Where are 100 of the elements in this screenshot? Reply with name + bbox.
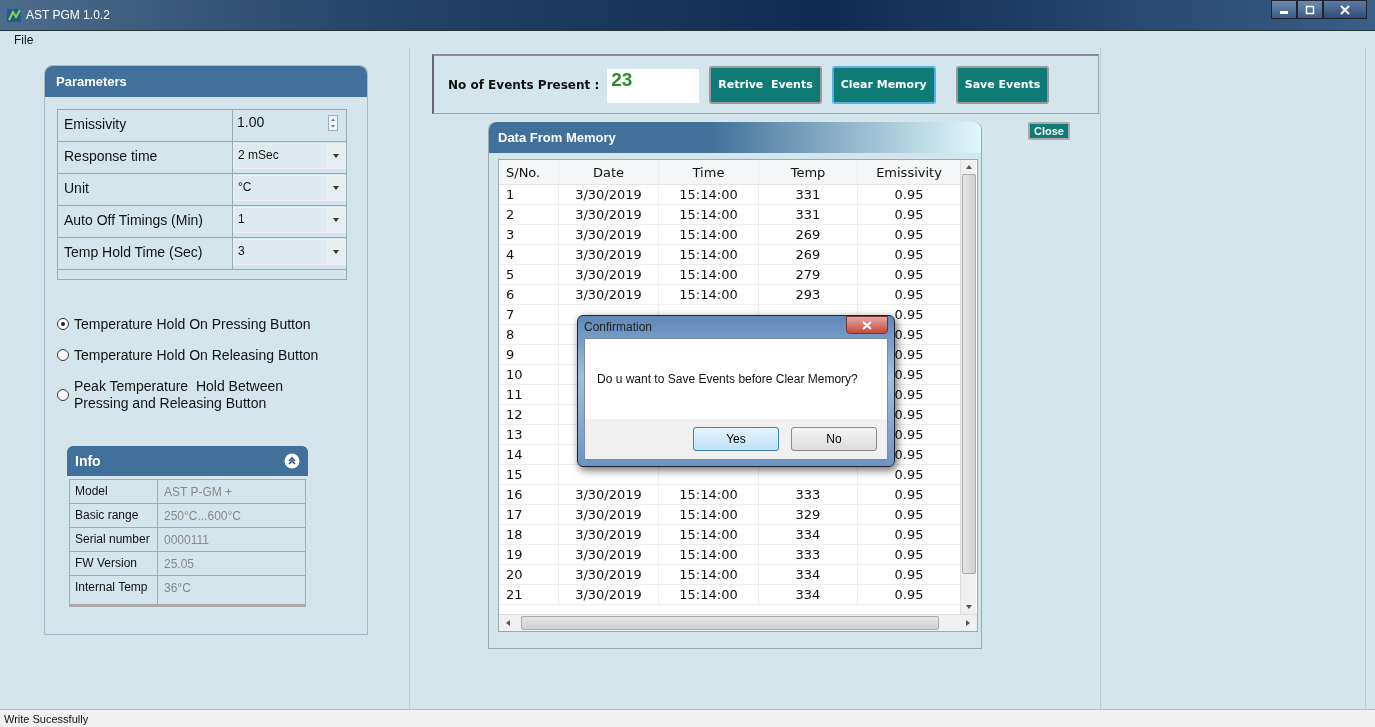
table-cell: 14 xyxy=(506,447,523,462)
table-cell: 9 xyxy=(506,347,515,362)
table-cell: 3/30/2019 xyxy=(575,507,642,522)
dropdown[interactable]: 3 xyxy=(233,239,346,265)
table-cell: 19 xyxy=(506,547,523,562)
action-button[interactable]: Save Events xyxy=(955,65,1050,104)
table-cell: 0.95 xyxy=(894,327,924,342)
dialog-button[interactable]: Yes xyxy=(693,427,779,451)
column-header[interactable]: Date xyxy=(559,160,659,184)
table-cell: 0.95 xyxy=(894,507,924,522)
table-cell: 3/30/2019 xyxy=(575,547,642,562)
info-value: 25.05 xyxy=(163,556,195,573)
column-header[interactable]: S/No. xyxy=(499,160,559,184)
table-cell: 15:14:00 xyxy=(679,527,738,542)
horizontal-scrollbar[interactable] xyxy=(499,614,977,631)
column-header[interactable]: Emissivity xyxy=(858,160,960,184)
table-cell: 293 xyxy=(795,287,821,302)
table-cell: 0.95 xyxy=(894,247,924,262)
scroll-down-icon[interactable] xyxy=(964,604,973,610)
table-cell: 13 xyxy=(506,427,523,442)
table-cell: 0.95 xyxy=(894,587,924,602)
dropdown[interactable]: 1 xyxy=(233,207,346,233)
table-cell: 11 xyxy=(506,387,523,402)
close-button[interactable] xyxy=(846,316,888,334)
table-cell: 15:14:00 xyxy=(679,287,738,302)
table-cell: 15:14:00 xyxy=(679,587,738,602)
table-cell: 331 xyxy=(795,207,821,222)
info-label: Basic range xyxy=(70,504,158,527)
table-cell: 2 xyxy=(506,207,515,222)
dropdown[interactable]: 2 mSec xyxy=(233,143,346,169)
table-cell: 15:14:00 xyxy=(679,507,738,522)
table-cell: 20 xyxy=(506,567,523,582)
radio-option[interactable]: Temperature Hold On Releasing Button xyxy=(57,347,367,363)
table-cell: 10 xyxy=(506,367,523,382)
table-cell: 4 xyxy=(506,247,515,262)
menu-item[interactable]: File xyxy=(12,32,36,47)
panel-title: Info xyxy=(75,453,101,469)
minimize-icon xyxy=(1279,11,1289,14)
table-cell: 3/30/2019 xyxy=(575,187,642,202)
table-cell: 15:14:00 xyxy=(679,567,738,582)
table-cell: 15:14:00 xyxy=(679,187,738,202)
info-value: 0000111 xyxy=(163,532,209,549)
info-value: AST P-GM + xyxy=(163,484,233,501)
table-cell: 12 xyxy=(506,407,523,422)
collapse-icon[interactable] xyxy=(284,453,300,469)
table-cell: 0.95 xyxy=(894,347,924,362)
table-cell: 17 xyxy=(506,507,523,522)
spinner-arrows-icon[interactable] xyxy=(328,115,338,131)
panel-title: Data From Memory xyxy=(498,130,616,145)
table-cell: 7 xyxy=(506,307,515,322)
action-button[interactable]: Clear Memory xyxy=(831,65,936,104)
dialog-title: Confirmation xyxy=(584,320,653,334)
table-cell: 0.95 xyxy=(894,527,924,542)
table-cell: 333 xyxy=(795,487,821,502)
table-cell: 329 xyxy=(795,507,821,522)
maximize-button[interactable] xyxy=(1297,0,1323,19)
dialog-button[interactable]: No xyxy=(791,427,877,451)
vertical-scrollbar[interactable] xyxy=(960,160,976,614)
spinner-field[interactable]: 1.00 xyxy=(233,110,346,131)
table-cell: 0.95 xyxy=(894,387,924,402)
table-cell: 3/30/2019 xyxy=(575,527,642,542)
radio-option[interactable]: Peak Temperature Hold Between Pressing and Releasing Button xyxy=(57,378,367,412)
maximize-icon xyxy=(1305,4,1315,15)
column-header[interactable]: Time xyxy=(659,160,759,184)
table-cell: 0.95 xyxy=(894,467,924,482)
close-button[interactable] xyxy=(1323,0,1367,19)
table-cell: 15:14:00 xyxy=(679,207,738,222)
table-cell: 0.95 xyxy=(894,287,924,302)
table-cell: 0.95 xyxy=(894,547,924,562)
table-cell: 18 xyxy=(506,527,523,542)
column-header[interactable]: Temp xyxy=(759,160,858,184)
close-icon xyxy=(862,320,872,330)
radio-option[interactable]: Temperature Hold On Pressing Button xyxy=(57,316,367,332)
table-cell: 5 xyxy=(506,267,515,282)
scroll-right-icon[interactable] xyxy=(965,619,971,627)
table-cell: 0.95 xyxy=(894,427,924,442)
parameter-label: Emissivity xyxy=(58,110,233,141)
scroll-left-icon[interactable] xyxy=(505,619,511,627)
dropdown[interactable]: °C xyxy=(233,175,346,201)
info-value: 250°C...600°C xyxy=(163,508,241,525)
table-cell: 0.95 xyxy=(894,307,924,322)
table-cell: 334 xyxy=(795,527,821,542)
caret-icon xyxy=(333,218,339,222)
table-cell: 0.95 xyxy=(894,227,924,242)
minimize-button[interactable] xyxy=(1271,0,1297,19)
table-cell: 0.95 xyxy=(894,187,924,202)
table-cell: 1 xyxy=(506,187,515,202)
table-cell: 15:14:00 xyxy=(679,227,738,242)
action-button[interactable]: Retrive Events xyxy=(709,65,822,104)
table-cell: 15:14:00 xyxy=(679,247,738,262)
scroll-up-icon[interactable] xyxy=(964,164,973,170)
table-cell: 21 xyxy=(506,587,523,602)
info-value: 36°C xyxy=(163,580,191,597)
table-cell: 0.95 xyxy=(894,447,924,462)
status-text: Write Sucessfully xyxy=(4,712,89,725)
close-button[interactable]: Close xyxy=(1028,122,1070,140)
table-cell: 3/30/2019 xyxy=(575,227,642,242)
table-cell: 0.95 xyxy=(894,267,924,282)
table-cell: 3/30/2019 xyxy=(575,567,642,582)
info-label: Serial number xyxy=(70,528,158,551)
